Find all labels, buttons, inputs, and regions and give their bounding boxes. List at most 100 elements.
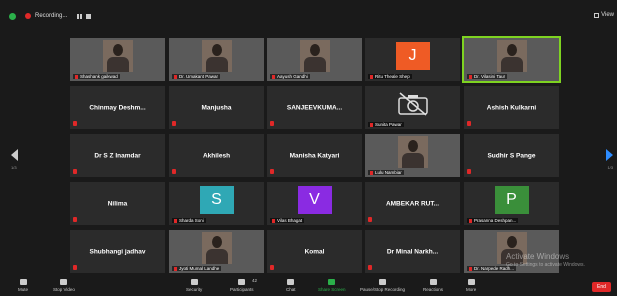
- chat-button[interactable]: Chat: [286, 279, 296, 292]
- muted-mic-icon: [270, 265, 274, 270]
- participant-tile[interactable]: Shubhangi jadhav: [70, 230, 165, 273]
- end-button[interactable]: End: [592, 282, 611, 292]
- participant-name: Sunita Pawar: [375, 122, 402, 127]
- participant-tile[interactable]: Chinmay Deshm...: [70, 86, 165, 129]
- participants-count: 42: [252, 278, 258, 283]
- windows-watermark: Activate Windows Go to Settings to activ…: [506, 253, 585, 269]
- pause-recording-icon[interactable]: [77, 13, 83, 19]
- participant-name: Ritu Theale Shep: [375, 74, 410, 79]
- mute-button[interactable]: Mute: [18, 279, 28, 292]
- stop-video-button[interactable]: Stop Video: [53, 279, 75, 292]
- participant-name: Aayush Gandhi: [277, 74, 308, 79]
- meeting-toolbar: Mute Stop Video Security Participants 42…: [0, 278, 617, 296]
- prev-page-arrow-icon[interactable]: [11, 149, 18, 161]
- recording-indicator: Recording...: [25, 10, 92, 22]
- more-label: More: [466, 287, 477, 292]
- participant-tile[interactable]: AMBEKAR RUT...: [365, 182, 460, 225]
- muted-mic-icon: [270, 169, 274, 174]
- muted-mic-icon: [370, 122, 373, 127]
- participant-tile[interactable]: Aayush Gandhi: [267, 38, 362, 81]
- participant-tile[interactable]: Manisha Katyari: [267, 134, 362, 177]
- smiley-icon: [429, 279, 437, 285]
- participant-tile[interactable]: Lulu Nambiar: [365, 134, 460, 177]
- participant-name-label: Dr. Vilasini Taur: [467, 74, 508, 79]
- participant-tile[interactable]: Ashish Kulkarni: [464, 86, 559, 129]
- mute-label: Mute: [18, 287, 29, 292]
- share-screen-icon: [328, 279, 336, 285]
- participant-tile[interactable]: P Prasanna Deshpan...: [464, 182, 559, 225]
- page-indicator-right: 1/3: [607, 165, 613, 170]
- camera-off-icon: [397, 92, 428, 116]
- avatar: S: [199, 186, 234, 214]
- participant-name: Prasanna Deshpan...: [474, 218, 517, 223]
- participant-name-label: Aayush Gandhi: [270, 74, 310, 79]
- muted-mic-icon: [174, 218, 177, 223]
- participant-name: Sudhir S Pange: [487, 152, 536, 159]
- pause-recording-button[interactable]: Pause/Stop Recording: [360, 279, 405, 292]
- participant-name: Lulu Nambiar: [375, 170, 402, 175]
- participant-name: AMBEKAR RUT...: [385, 200, 440, 207]
- participant-tile[interactable]: Komal: [267, 230, 362, 273]
- participant-name-label: Vilas Bhagat: [270, 218, 305, 223]
- next-page-arrow-icon[interactable]: [606, 149, 613, 161]
- stop-video-label: Stop Video: [53, 287, 75, 292]
- participant-tile[interactable]: Dr. Umakant Pawar: [169, 38, 264, 81]
- shield-icon[interactable]: [9, 13, 16, 20]
- participant-name-label: Jyoti Mumal Landhe: [172, 266, 222, 271]
- stop-recording-icon[interactable]: [86, 13, 92, 19]
- participant-name-label: Prasanna Deshpan...: [467, 218, 519, 223]
- participant-video: [201, 232, 232, 264]
- muted-mic-icon: [467, 121, 471, 126]
- security-button[interactable]: Security: [186, 279, 202, 292]
- participants-icon: [238, 279, 246, 285]
- security-label: Security: [186, 287, 203, 292]
- page-indicator-left: 1/3: [11, 165, 17, 170]
- participant-tile[interactable]: Akhilesh: [169, 134, 264, 177]
- participant-name: Nilima: [107, 200, 128, 207]
- participant-tile[interactable]: Nilima: [70, 182, 165, 225]
- more-button[interactable]: More: [466, 279, 476, 292]
- muted-mic-icon: [172, 169, 176, 174]
- participant-name: Shubhangi jadhav: [89, 248, 146, 255]
- participant-tile[interactable]: SANJEEVKUMA...: [267, 86, 362, 129]
- avatar: J: [395, 42, 430, 70]
- muted-mic-icon: [73, 169, 77, 174]
- muted-mic-icon: [174, 74, 177, 79]
- participant-tile[interactable]: Jyoti Mumal Landhe: [169, 230, 264, 273]
- participant-tile[interactable]: Shashank gaikwad: [70, 38, 165, 81]
- participant-tile[interactable]: Sunita Pawar: [365, 86, 460, 129]
- participant-video: [496, 40, 527, 72]
- participant-tile[interactable]: V Vilas Bhagat: [267, 182, 362, 225]
- top-bar: Recording... View: [0, 0, 617, 32]
- participant-name: Manisha Katyari: [289, 152, 340, 159]
- participant-tile[interactable]: Manjusha: [169, 86, 264, 129]
- participant-name: Ashish Kulkarni: [486, 104, 537, 111]
- participant-name: Dr. Umakant Pawar: [179, 74, 219, 79]
- participants-button[interactable]: Participants: [230, 279, 254, 292]
- participant-tile[interactable]: S Sharda Soni: [169, 182, 264, 225]
- muted-mic-icon: [272, 218, 275, 223]
- reactions-button[interactable]: Reactions: [423, 279, 443, 292]
- participant-name: Jyoti Mumal Landhe: [179, 266, 220, 271]
- avatar: V: [297, 186, 332, 214]
- pause-stop-icon: [379, 279, 387, 285]
- muted-mic-icon: [172, 121, 176, 126]
- gallery-grid: Shashank gaikwad Dr. Umakant Pawar Aayush …: [70, 36, 561, 275]
- participant-name: Komal: [304, 248, 325, 255]
- participant-name: Akhilesh: [202, 152, 231, 159]
- participant-video: [397, 136, 428, 168]
- participant-name: Chinmay Deshm...: [89, 104, 146, 111]
- muted-mic-icon: [467, 169, 471, 174]
- participant-name-label: Lulu Nambiar: [368, 170, 404, 175]
- view-button[interactable]: View: [594, 12, 614, 18]
- share-screen-label: Share Screen: [318, 287, 346, 292]
- participant-tile[interactable]: Sudhir S Pange: [464, 134, 559, 177]
- participant-tile[interactable]: Dr Minal Narkh...: [365, 230, 460, 273]
- share-screen-button[interactable]: Share Screen: [318, 279, 346, 292]
- participant-name-label: Sunita Pawar: [368, 122, 404, 127]
- participants-label: Participants: [230, 287, 254, 292]
- participant-tile[interactable]: Dr. Vilasini Taur: [462, 36, 561, 83]
- participant-tile[interactable]: Dr S Z Inamdar: [70, 134, 165, 177]
- participant-tile[interactable]: J Ritu Theale Shep: [365, 38, 460, 81]
- shield-icon: [190, 279, 198, 285]
